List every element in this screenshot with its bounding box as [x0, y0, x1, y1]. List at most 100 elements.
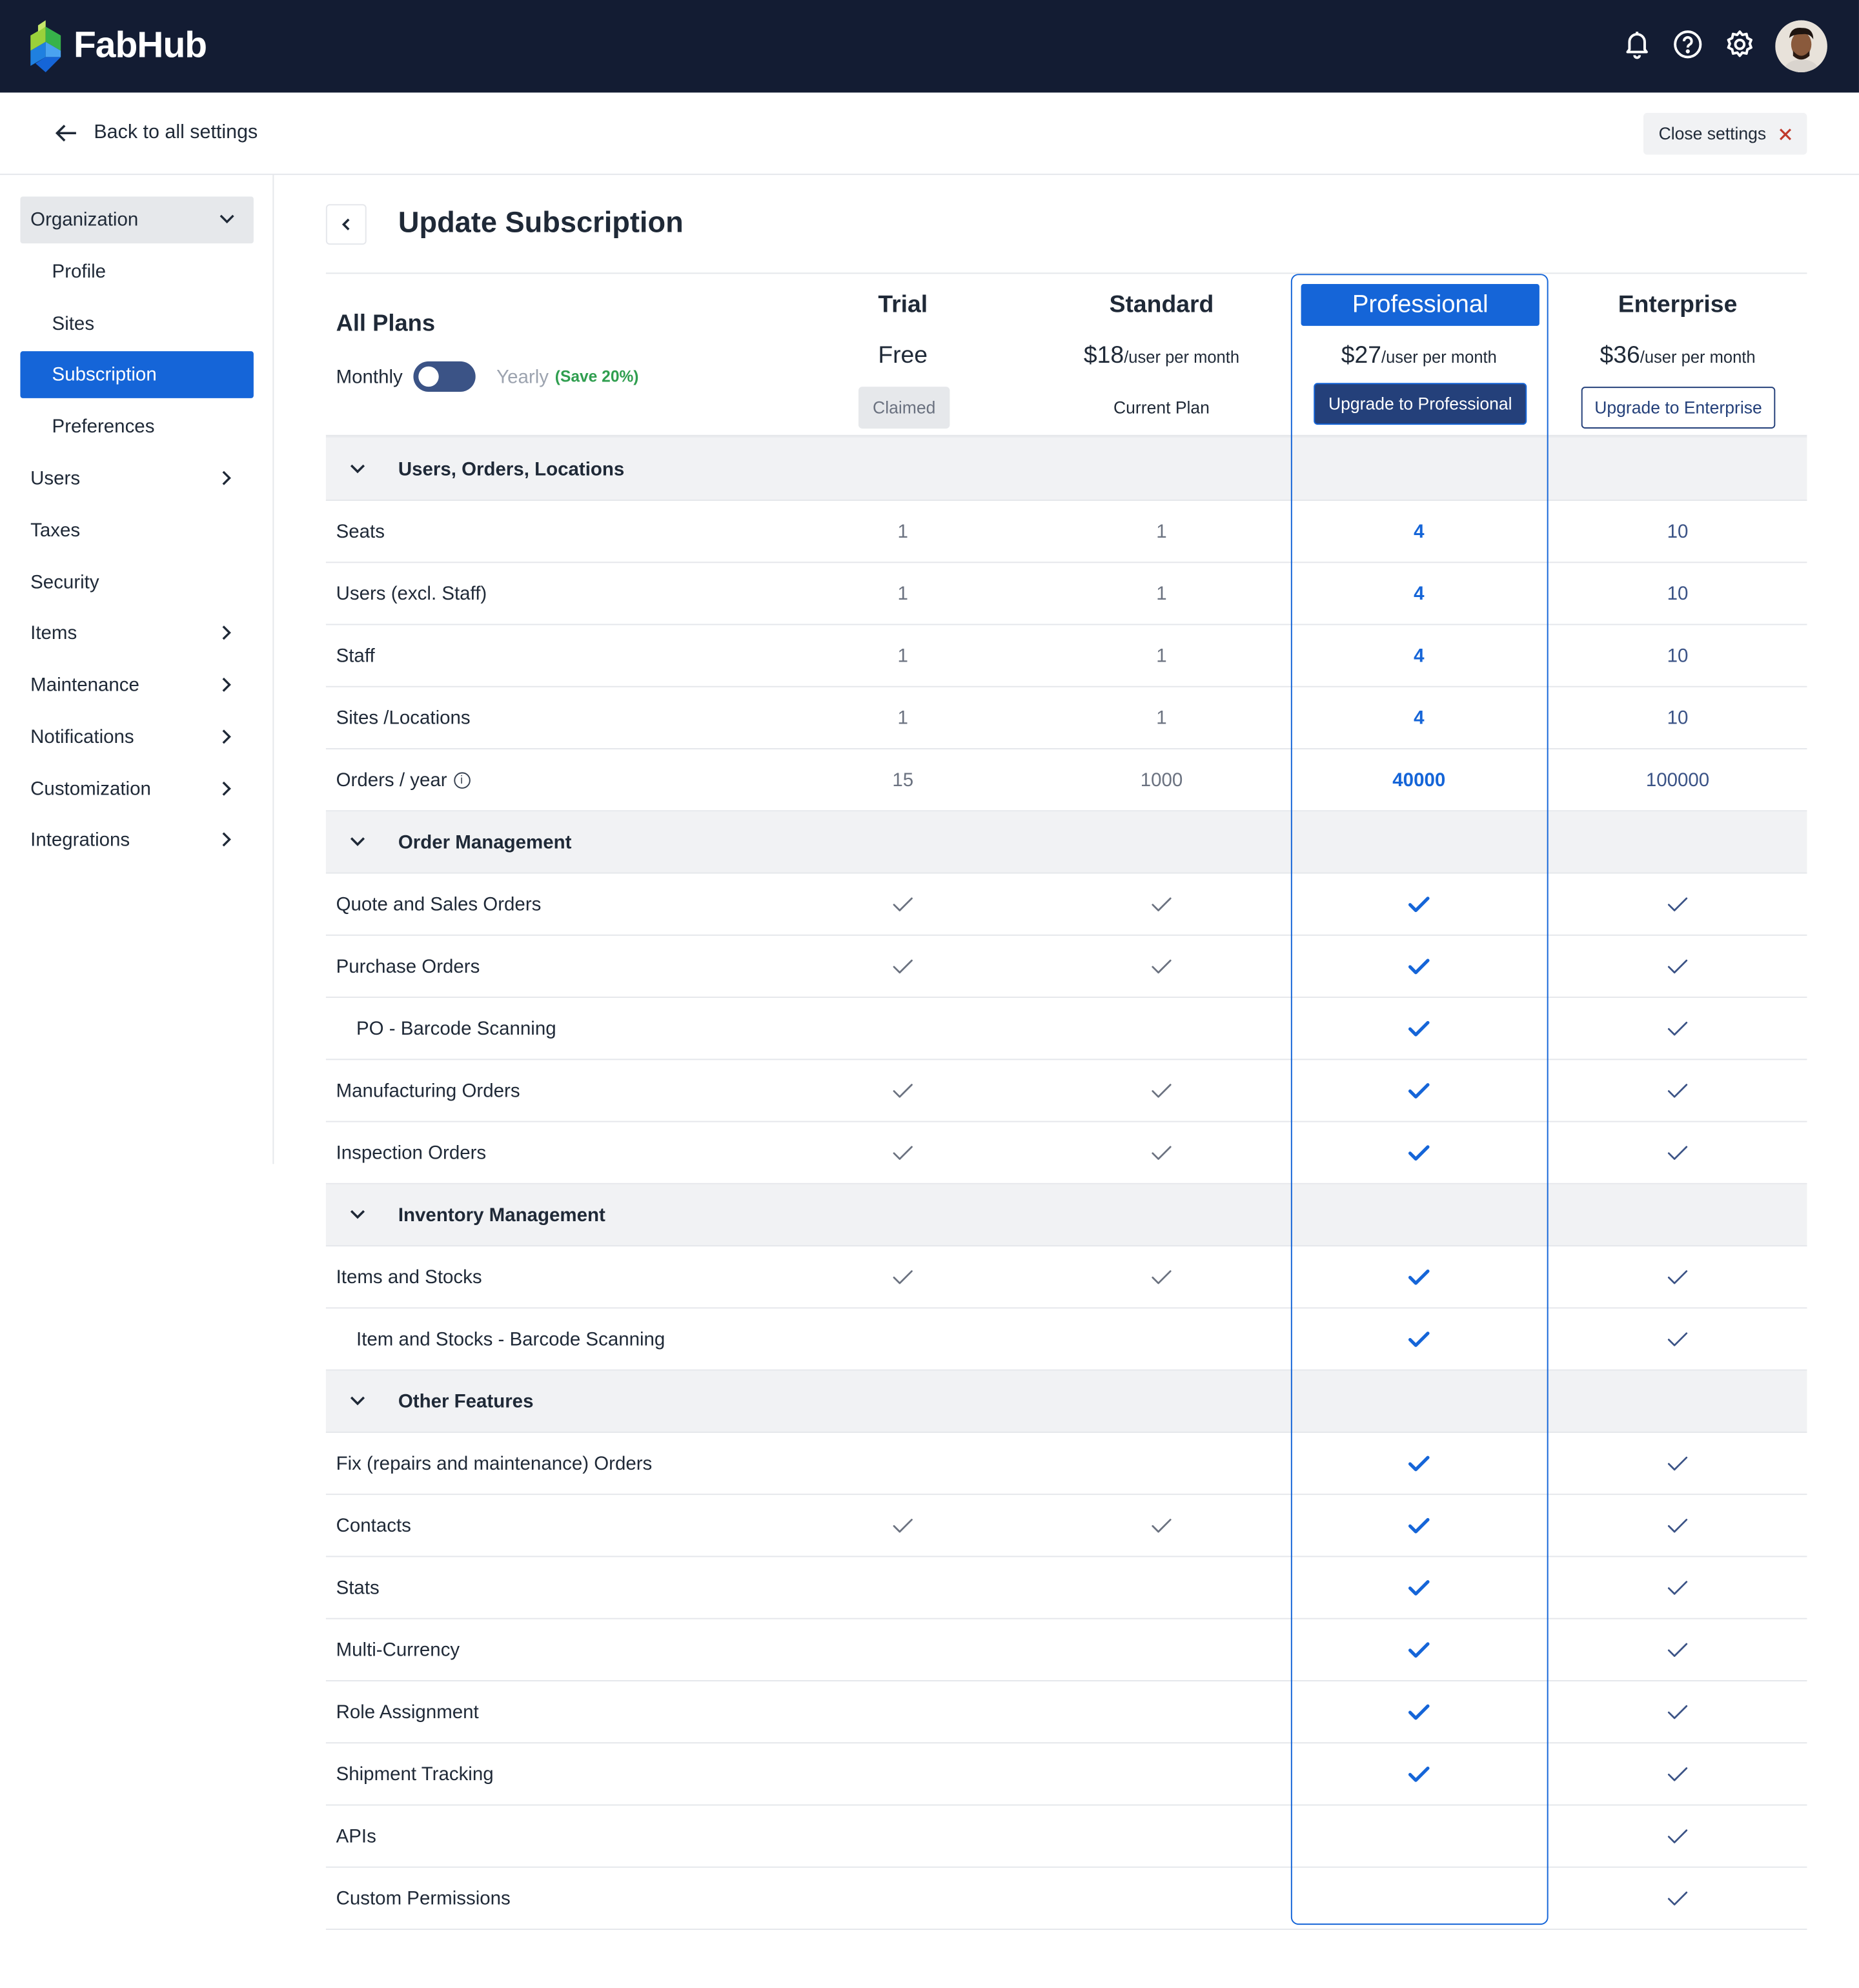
table-row: Fix (repairs and maintenance) Orders: [325, 1433, 1807, 1496]
feature-name: Multi-Currency: [336, 1619, 460, 1680]
plan-value-cell: 4: [1414, 644, 1425, 667]
section-header-row[interactable]: Other Features: [325, 1370, 1807, 1433]
plan-name-professional: Professional: [1301, 284, 1539, 326]
plan-feature-cell: [1035, 1681, 1288, 1742]
section-header-row[interactable]: Users, Orders, Locations: [325, 438, 1807, 501]
plan-price-professional: $27/user per month: [1292, 342, 1546, 370]
chevron-down-icon[interactable]: [349, 1206, 367, 1224]
check-icon: [1667, 1021, 1688, 1036]
upgrade-enterprise-button[interactable]: Upgrade to Enterprise: [1581, 387, 1776, 429]
billing-period-toggle[interactable]: [412, 361, 475, 392]
plan-feature-cell: [1292, 1308, 1546, 1369]
sidebar-item-integrations[interactable]: Integrations: [20, 817, 253, 864]
row-label: Fix (repairs and maintenance) Orders: [336, 1452, 653, 1474]
table-row: Quote and Sales Orders: [325, 874, 1807, 936]
feature-name: Purchase Orders: [336, 936, 480, 997]
chevron-down-icon[interactable]: [349, 833, 367, 851]
check-icon: [1667, 959, 1688, 974]
fabhub-logo-icon: [30, 20, 61, 72]
sidebar-item-users[interactable]: Users: [20, 455, 253, 502]
table-row: Orders / year i 15 1000 40000 100000: [325, 749, 1807, 812]
check-icon: [1152, 1519, 1172, 1533]
close-settings-button[interactable]: Close settings: [1643, 112, 1807, 155]
sidebar-item-subscription[interactable]: Subscription: [20, 351, 254, 398]
gear-icon[interactable]: [1723, 28, 1756, 61]
feature-name: Staff: [336, 625, 375, 685]
sidebar-item-maintenance[interactable]: Maintenance: [20, 662, 253, 709]
user-avatar[interactable]: [1775, 20, 1827, 72]
help-icon[interactable]: [1671, 28, 1704, 61]
sidebar-item-sites[interactable]: Sites: [20, 301, 253, 348]
plan-feature-cell: [1035, 1246, 1288, 1307]
plan-feature-cell: [1551, 1246, 1805, 1307]
plan-value-cell: 1: [897, 644, 908, 667]
check-icon: [1408, 1766, 1430, 1782]
plan-price-enterprise: $36/user per month: [1551, 342, 1805, 370]
page-title: Update Subscription: [398, 205, 684, 239]
sidebar-item-security[interactable]: Security: [20, 559, 253, 606]
info-icon[interactable]: i: [453, 771, 470, 788]
sidebar-item-preferences[interactable]: Preferences: [20, 403, 253, 451]
row-label: PO - Barcode Scanning: [356, 1017, 556, 1039]
sidebar-item-profile[interactable]: Profile: [20, 249, 253, 296]
sidebar-item-label: Security: [30, 571, 99, 594]
chevron-down-icon[interactable]: [349, 460, 367, 478]
feature-name: Custom Permissions: [336, 1868, 511, 1929]
check-icon: [1408, 1517, 1430, 1534]
row-label: Inventory Management: [398, 1204, 605, 1226]
sidebar-item-items[interactable]: Items: [20, 610, 253, 657]
plan-feature-cell: [776, 1743, 1030, 1804]
plan-feature-cell: [776, 874, 1030, 935]
sidebar-item-customization[interactable]: Customization: [20, 766, 253, 813]
bell-icon[interactable]: [1621, 28, 1654, 61]
check-icon: [1667, 1084, 1688, 1098]
save-badge: (Save 20%): [554, 367, 639, 386]
table-row: Custom Permissions: [325, 1868, 1807, 1930]
check-icon: [1667, 1891, 1688, 1906]
upgrade-professional-button[interactable]: Upgrade to Professional: [1314, 383, 1527, 425]
price-unit: /user per month: [1124, 347, 1240, 367]
row-label: Shipment Tracking: [336, 1763, 494, 1785]
back-to-settings-link[interactable]: Back to all settings: [54, 121, 258, 146]
plan-value-cell: 1: [897, 707, 908, 729]
monthly-label[interactable]: Monthly: [336, 366, 403, 387]
plan-feature-cell: [1292, 874, 1546, 935]
app-logo[interactable]: FabHub: [30, 20, 207, 72]
plan-feature-cell: [1035, 1308, 1288, 1369]
section-header-row[interactable]: Order Management: [325, 811, 1807, 874]
feature-name: Stats: [336, 1557, 380, 1618]
plan-feature-cell: [1551, 1619, 1805, 1680]
chevron-down-icon[interactable]: [349, 1392, 367, 1410]
sidebar-item-organization[interactable]: Organization: [20, 196, 254, 244]
feature-name: Fix (repairs and maintenance) Orders: [336, 1433, 653, 1494]
plan-price-trial: Free: [776, 342, 1030, 370]
price-amount: $18: [1083, 342, 1124, 369]
plan-feature-cell: [1035, 998, 1288, 1059]
back-button[interactable]: [325, 204, 367, 245]
table-row: Staff 1 1 4 10: [325, 625, 1807, 687]
check-icon: [1152, 1270, 1172, 1284]
feature-name: Orders / year i: [336, 749, 470, 810]
sidebar-item-taxes[interactable]: Taxes: [20, 507, 253, 554]
plan-feature-cell: [776, 1868, 1030, 1929]
section-header-row[interactable]: Inventory Management: [325, 1184, 1807, 1247]
plan-feature-cell: [1292, 1060, 1546, 1121]
plan-feature-cell: [776, 998, 1030, 1059]
plan-value-cell: 10: [1667, 582, 1689, 605]
plan-feature-cell: [776, 1246, 1030, 1307]
table-row: Manufacturing Orders: [325, 1060, 1807, 1122]
plan-feature-cell: [1035, 874, 1288, 935]
check-icon: [1667, 1767, 1688, 1781]
plan-value-cell: 4: [1414, 582, 1425, 605]
feature-name: APIs: [336, 1805, 376, 1866]
sidebar-item-notifications[interactable]: Notifications: [20, 714, 253, 761]
row-label: Staff: [336, 644, 375, 667]
plan-feature-cell: [1292, 1495, 1546, 1556]
row-label: Users (excl. Staff): [336, 582, 487, 605]
feature-name: PO - Barcode Scanning: [356, 998, 556, 1059]
top-bar: FabHub: [0, 0, 1859, 93]
row-label: Custom Permissions: [336, 1887, 511, 1909]
yearly-label[interactable]: Yearly: [496, 366, 549, 387]
plan-feature-cell: [1035, 1805, 1288, 1866]
check-icon: [893, 1519, 913, 1533]
